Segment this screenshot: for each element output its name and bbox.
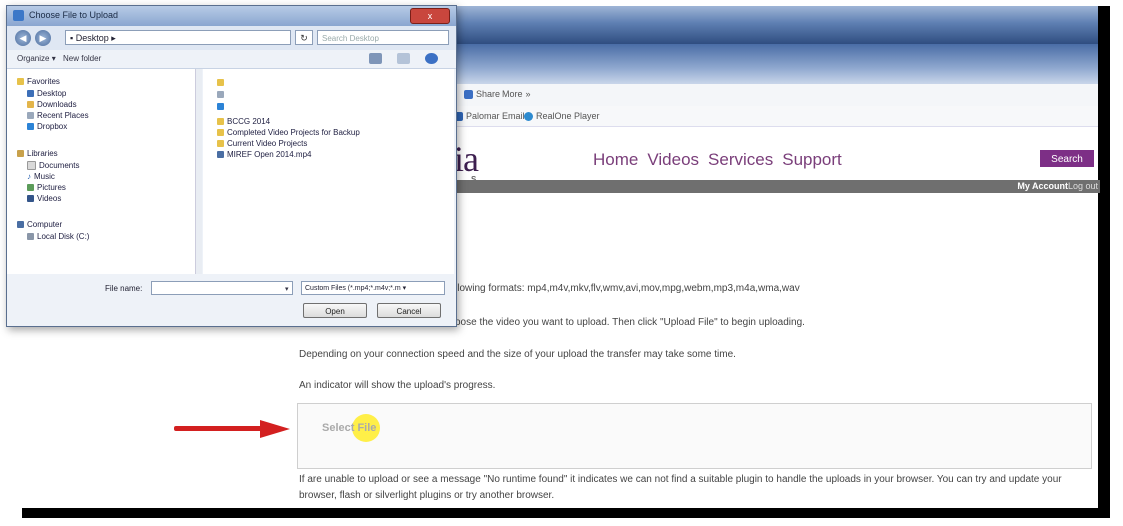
dropbox-icon [27,123,34,130]
more-chevron-icon: » [525,89,531,99]
documents-icon [27,161,36,170]
preview-pane-icon[interactable] [397,53,410,64]
file-upload-dialog: Choose File to Upload x ◀ ▶ ▪ Desktop ▸ … [6,5,457,327]
libraries-icon [17,150,24,157]
progress-text: An indicator will show the upload's prog… [299,380,496,391]
view-options-icon[interactable] [369,53,382,64]
folder-item-unnamed[interactable] [217,79,224,86]
select-file-button[interactable]: Select File [322,422,376,434]
nav-local-disk[interactable]: Local Disk (C:) [27,232,89,241]
logout-link[interactable]: Log out [1068,181,1098,191]
dialog-file-list: BCCG 2014 Completed Video Projects for B… [203,69,454,274]
nav-favorites[interactable]: Favorites [17,77,60,86]
folder-icon [217,140,224,147]
dialog-title: Choose File to Upload [29,10,119,20]
nav-videos[interactable]: Videos [647,150,699,170]
pictures-icon [27,184,34,191]
connection-text: Depending on your connection speed and t… [299,349,736,360]
folder-icon [217,129,224,136]
filename-label: File name: [105,284,143,293]
navigation-scrollbar[interactable] [195,69,202,274]
nav-videos[interactable]: Videos [27,194,61,203]
dialog-app-icon [13,10,24,21]
nav-pictures[interactable]: Pictures [27,183,66,192]
nav-music[interactable]: ♪ Music [27,172,55,181]
folder-item-bccg[interactable]: BCCG 2014 [217,117,270,126]
address-breadcrumb[interactable]: ▪ Desktop ▸ [65,30,291,45]
forward-arrow-icon[interactable]: ▶ [35,30,51,46]
help-icon[interactable] [425,53,438,64]
computer-icon [17,221,24,228]
favorite-palomar-email[interactable]: Palomar Email [454,111,525,121]
filename-input[interactable] [151,281,293,295]
dropbox-icon [217,103,224,110]
nav-desktop[interactable]: Desktop [27,89,66,98]
nav-libraries[interactable]: Libraries [17,149,58,158]
music-icon: ♪ [27,172,31,181]
open-button[interactable]: Open [303,303,367,318]
back-arrow-icon[interactable]: ◀ [15,30,31,46]
search-button[interactable]: Search [1040,150,1094,167]
organize-menu[interactable]: Organize ▾ [17,54,56,63]
desktop-icon [27,90,34,97]
dialog-address-bar: ◀ ▶ ▪ Desktop ▸ ↻ Search Desktop [7,26,456,50]
videos-icon [27,195,34,202]
my-account-link[interactable]: My Account [1017,181,1068,191]
dialog-command-bar: Organize ▾ New folder [7,50,456,69]
share-icon [464,89,473,99]
account-bar: My Account Log out [420,180,1100,193]
refresh-icon[interactable]: ↻ [295,30,313,45]
recent-places-icon [27,112,34,119]
nav-computer[interactable]: Computer [17,220,62,229]
folder-icon [217,118,224,125]
dropbox-item[interactable] [217,103,224,110]
more-button[interactable]: More » [502,89,531,99]
search-input[interactable]: Search Desktop [317,30,449,45]
cancel-button[interactable]: Cancel [377,303,441,318]
close-button[interactable]: x [410,8,450,24]
folder-item-current[interactable]: Current Video Projects [217,139,307,148]
nav-home[interactable]: Home [593,150,638,170]
nav-documents[interactable]: Documents [27,161,79,170]
plugin-help-text: If are unable to upload or see a message… [299,474,1062,501]
globe-icon [524,111,533,121]
file-item-mp4[interactable]: MIREF Open 2014.mp4 [217,150,311,159]
favorite-realone-player[interactable]: RealOne Player [524,111,600,121]
folder-icon [217,79,224,86]
folder-item-completed[interactable]: Completed Video Projects for Backup [217,128,360,137]
new-folder-button[interactable]: New folder [63,54,101,63]
nav-support[interactable]: Support [782,150,842,170]
video-file-icon [217,151,224,158]
site-main-nav: Home Videos Services Support [593,150,842,170]
dialog-titlebar: Choose File to Upload x [7,6,456,26]
share-button[interactable]: Share [464,89,500,99]
star-icon [17,78,24,85]
file-icon [217,91,224,98]
nav-recent-places[interactable]: Recent Places [27,111,89,120]
nav-downloads[interactable]: Downloads [27,100,77,109]
instructions-text: oose the video you want to upload. Then … [455,317,805,328]
upload-dropzone[interactable]: Select File [297,403,1092,469]
file-item-unnamed[interactable] [217,91,224,98]
chevron-down-icon[interactable]: ▾ [285,285,289,293]
downloads-icon [27,101,34,108]
dialog-navigation-pane: Favorites Desktop Downloads Recent Place… [7,69,195,274]
red-arrow-annotation [174,420,290,438]
nav-dropbox[interactable]: Dropbox [27,122,67,131]
nav-services[interactable]: Services [708,150,773,170]
disk-icon [27,233,34,240]
file-type-filter[interactable]: Custom Files (*.mp4;*.m4v;*.m ▾ [301,281,445,295]
formats-text: llowing formats: mp4,m4v,mkv,flv,wmv,avi… [455,283,800,294]
